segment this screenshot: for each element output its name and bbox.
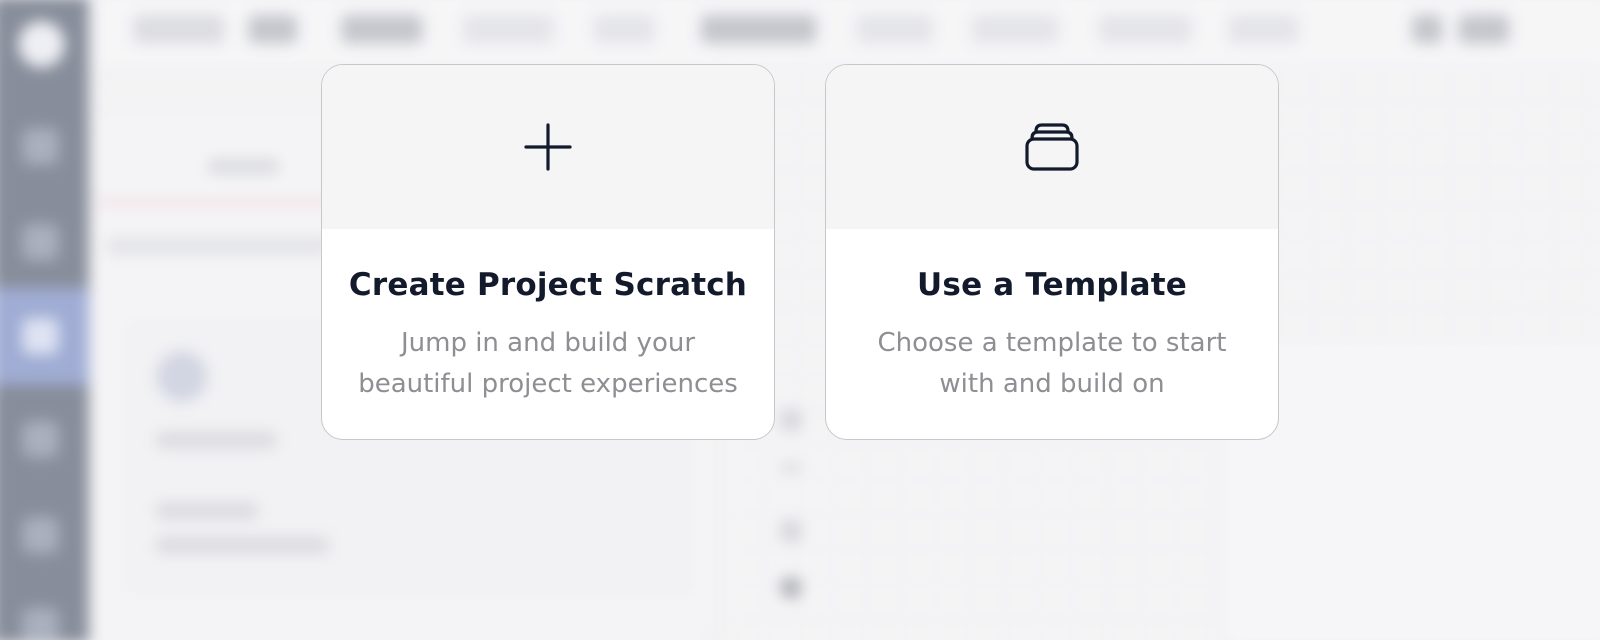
card-description-line: with and build on <box>939 369 1165 399</box>
card-description-line: beautiful project experiences <box>358 369 738 399</box>
card-icon-area <box>322 65 774 229</box>
use-template-card[interactable]: Use a Template Choose a template to star… <box>825 64 1279 440</box>
card-description-line: Jump in and build your <box>400 328 696 358</box>
card-description: Jump in and build your beautiful project… <box>348 323 748 405</box>
card-description-line: Choose a template to start <box>877 328 1227 358</box>
create-project-scratch-card[interactable]: Create Project Scratch Jump in and build… <box>321 64 775 440</box>
plus-icon <box>524 123 572 171</box>
screen: Create Project Scratch Jump in and build… <box>0 0 1600 640</box>
stack-icon <box>1024 121 1080 173</box>
card-description: Choose a template to start with and buil… <box>852 323 1252 405</box>
modal-overlay <box>0 0 1600 640</box>
card-title: Use a Template <box>917 267 1187 303</box>
card-icon-area <box>826 65 1278 229</box>
card-title: Create Project Scratch <box>348 267 748 303</box>
